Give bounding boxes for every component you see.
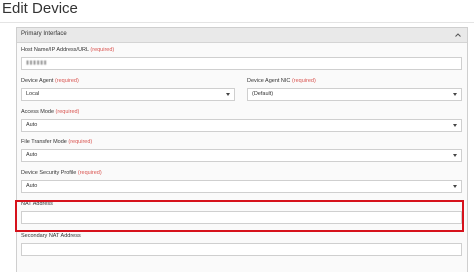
access-mode-label: Access Mode (required) bbox=[21, 109, 80, 115]
host-input[interactable]: ▮▮▮▮▮▮ bbox=[21, 57, 462, 70]
device-agent-select[interactable]: Local bbox=[21, 88, 235, 101]
chevron-up-icon[interactable] bbox=[454, 31, 462, 39]
device-agent-value: Local bbox=[26, 91, 40, 97]
device-agent-nic-select[interactable]: (Default) bbox=[247, 88, 462, 101]
file-transfer-mode-value: Auto bbox=[26, 152, 38, 158]
panel-title: Primary Interface bbox=[21, 31, 67, 37]
caret-down-icon bbox=[453, 154, 457, 157]
file-transfer-mode-label: File Transfer Mode (required) bbox=[21, 139, 93, 145]
caret-down-icon bbox=[226, 93, 230, 96]
secondary-nat-address-input[interactable] bbox=[21, 243, 462, 256]
host-value: ▮▮▮▮▮▮ bbox=[26, 60, 48, 66]
secondary-nat-address-label: Secondary NAT Address bbox=[21, 233, 81, 239]
device-agent-label: Device Agent (required) bbox=[21, 78, 79, 84]
access-mode-select[interactable]: Auto bbox=[21, 119, 462, 132]
host-label: Host Name/IP Address/URL (required) bbox=[21, 47, 115, 53]
device-agent-nic-label: Device Agent NIC (required) bbox=[247, 78, 316, 84]
file-transfer-mode-select[interactable]: Auto bbox=[21, 149, 462, 162]
device-agent-nic-value: (Default) bbox=[252, 91, 274, 97]
access-mode-value: Auto bbox=[26, 122, 38, 128]
device-security-profile-label: Device Security Profile (required) bbox=[21, 170, 102, 176]
nat-address-highlight bbox=[15, 200, 464, 232]
device-security-profile-value: Auto bbox=[26, 183, 38, 189]
caret-down-icon bbox=[453, 185, 457, 188]
primary-interface-panel: Primary Interface Host Name/IP Address/U… bbox=[16, 27, 468, 272]
page-title: Edit Device bbox=[2, 0, 78, 17]
title-divider bbox=[0, 22, 474, 23]
caret-down-icon bbox=[453, 93, 457, 96]
device-security-profile-select[interactable]: Auto bbox=[21, 180, 462, 193]
panel-header[interactable]: Primary Interface bbox=[17, 28, 467, 43]
caret-down-icon bbox=[453, 124, 457, 127]
